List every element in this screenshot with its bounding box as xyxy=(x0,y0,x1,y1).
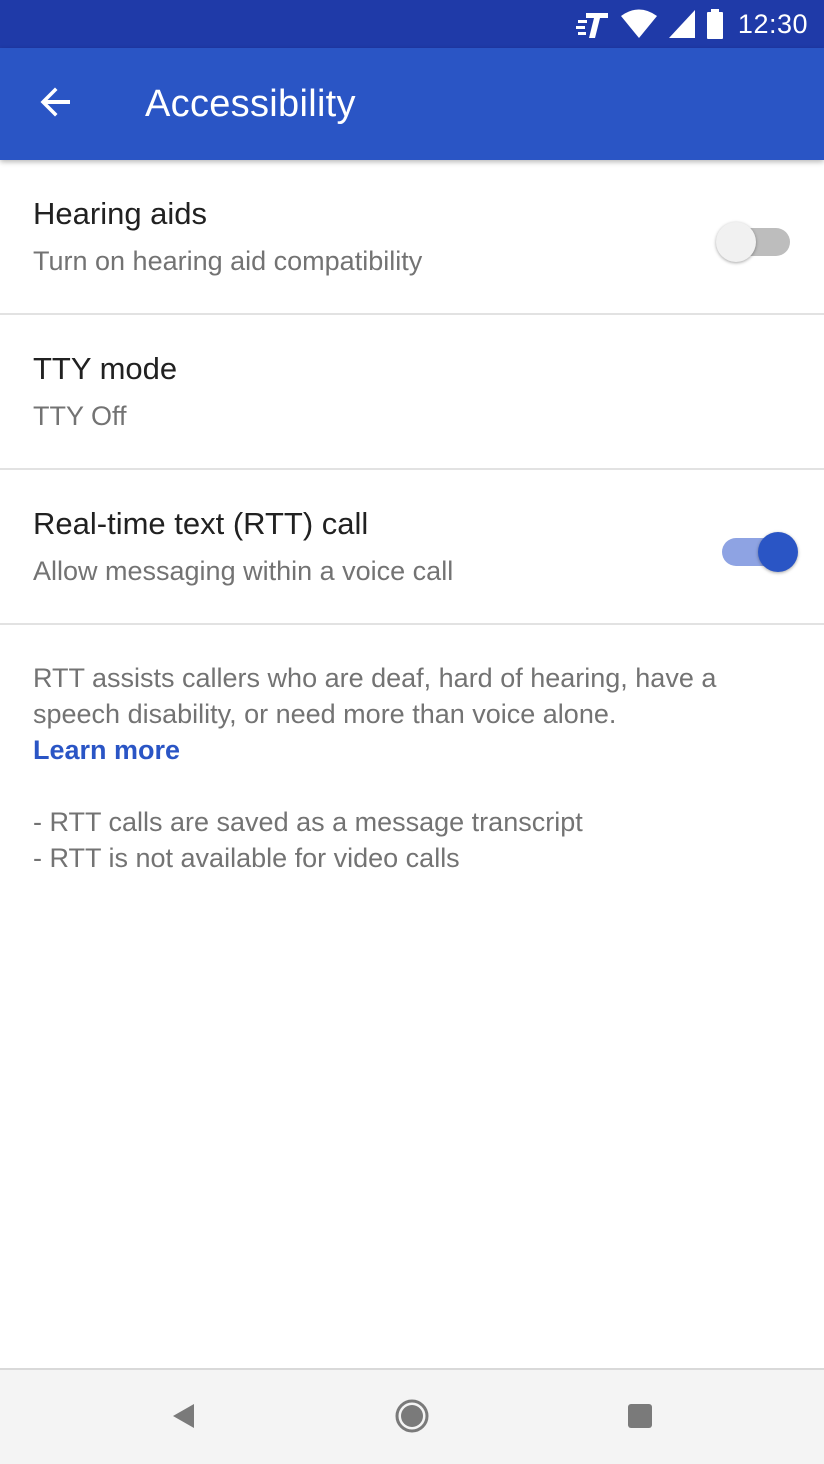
signal-icon xyxy=(668,9,696,39)
page-title: Accessibility xyxy=(145,82,356,125)
switch-thumb xyxy=(716,222,756,262)
screen: 12:30 Accessibility Hearing aids Turn on… xyxy=(0,0,824,1464)
setting-hearing-aids[interactable]: Hearing aids Turn on hearing aid compati… xyxy=(0,160,824,315)
setting-title: TTY mode xyxy=(33,351,178,386)
rtt-description: RTT assists callers who are deaf, hard o… xyxy=(33,663,717,729)
status-time: 12:30 xyxy=(737,8,808,39)
battery-icon xyxy=(706,9,724,39)
rtt-notes: - RTT calls are saved as a message trans… xyxy=(33,804,793,876)
rtt-info: RTT assists callers who are deaf, hard o… xyxy=(33,660,793,876)
status-bar: 12:30 xyxy=(0,0,824,48)
rtt-call-toggle[interactable] xyxy=(716,526,798,574)
hearing-aids-toggle[interactable] xyxy=(716,216,792,264)
settings-list: Hearing aids Turn on hearing aid compati… xyxy=(0,160,824,625)
rtt-note: - RTT calls are saved as a message trans… xyxy=(33,807,583,837)
nav-home-button[interactable] xyxy=(380,1386,444,1450)
setting-title: Hearing aids xyxy=(33,196,208,231)
switch-thumb xyxy=(758,532,798,572)
setting-summary: Allow messaging within a voice call xyxy=(33,556,454,586)
nav-recents-button[interactable] xyxy=(608,1386,672,1450)
nav-home-icon xyxy=(394,1398,430,1439)
nav-back-icon xyxy=(170,1402,196,1435)
setting-summary: TTY Off xyxy=(33,401,127,431)
wifi-icon xyxy=(620,9,658,39)
arrow-back-icon xyxy=(38,84,74,125)
setting-summary: Turn on hearing aid compatibility xyxy=(33,246,423,276)
learn-more-link[interactable]: Learn more xyxy=(33,732,793,768)
nav-recents-icon xyxy=(626,1402,654,1435)
back-button[interactable] xyxy=(0,48,112,160)
app-bar: Accessibility xyxy=(0,48,824,160)
navigation-bar xyxy=(0,1368,824,1464)
carrier-t-icon xyxy=(575,8,610,40)
setting-tty-mode[interactable]: TTY mode TTY Off xyxy=(0,315,824,470)
rtt-note: - RTT is not available for video calls xyxy=(33,843,460,873)
setting-rtt-call[interactable]: Real-time text (RTT) call Allow messagin… xyxy=(0,470,824,625)
setting-title: Real-time text (RTT) call xyxy=(33,506,369,541)
nav-back-button[interactable] xyxy=(151,1386,215,1450)
